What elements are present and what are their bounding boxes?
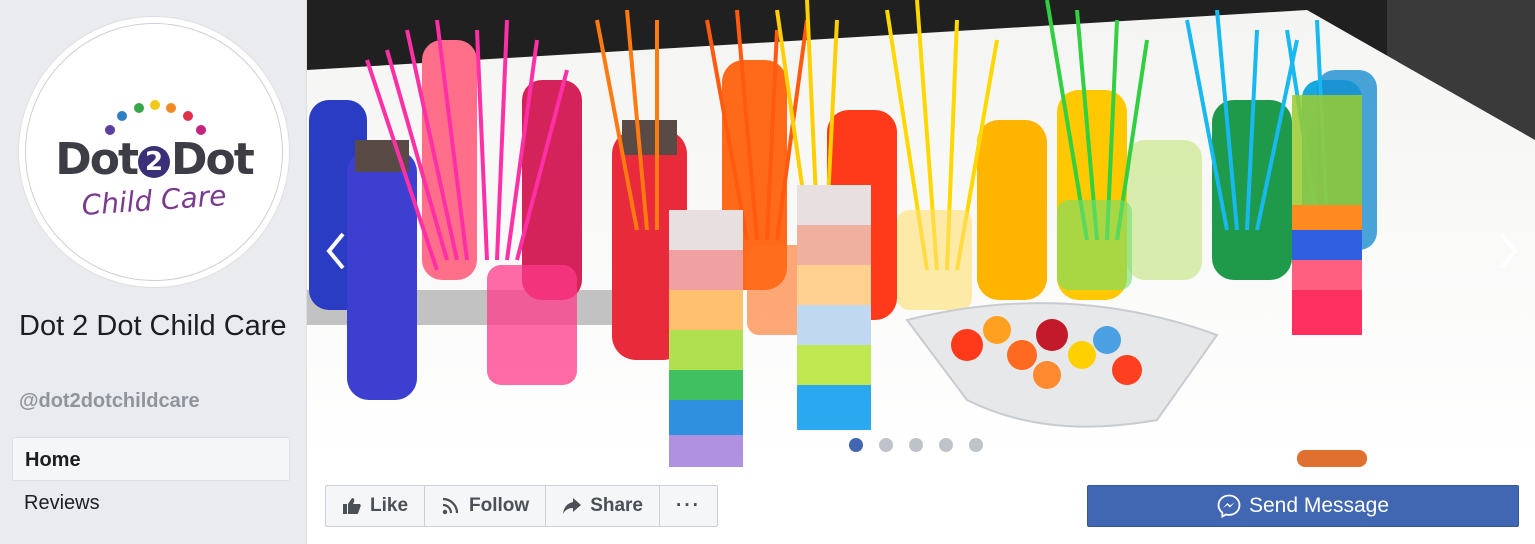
logo-dot [117, 111, 127, 121]
like-button[interactable]: Like [326, 486, 426, 526]
logo-dot [134, 103, 144, 113]
carousel-indicators [849, 438, 999, 457]
share-arrow-icon [563, 498, 582, 514]
carousel-dot[interactable] [849, 438, 863, 452]
logo: Dot 2 Dot Child Care [25, 23, 283, 281]
carousel-dot[interactable] [909, 438, 923, 452]
carousel-dot[interactable] [939, 438, 953, 452]
page-sidebar: Dot 2 Dot Child Care Dot 2 Dot Child Care … [0, 0, 307, 544]
page-nav: Home Reviews [12, 437, 290, 525]
chevron-left-icon [326, 232, 345, 270]
more-options-label: ··· [676, 495, 701, 516]
share-button[interactable]: Share [546, 486, 660, 526]
messenger-icon [1217, 494, 1241, 518]
page-handle[interactable]: @dot2dotchildcare [19, 390, 200, 413]
chevron-right-icon [1499, 232, 1518, 270]
thumbs-up-icon [343, 498, 361, 514]
page-action-bar: Like Follow Share ··· Send Message [307, 467, 1535, 544]
cover-photo-carousel[interactable] [307, 0, 1535, 467]
logo-dot [166, 103, 176, 113]
carousel-dot[interactable] [879, 438, 893, 452]
carousel-next-button[interactable] [1487, 228, 1527, 274]
share-label: Share [590, 495, 643, 516]
page-title[interactable]: Dot 2 Dot Child Care [19, 306, 289, 346]
cover-photo [307, 0, 1535, 467]
nav-item-home[interactable]: Home [12, 437, 290, 481]
follow-button[interactable]: Follow [425, 486, 547, 526]
more-options-button[interactable]: ··· [660, 486, 717, 526]
follow-label: Follow [469, 495, 530, 516]
send-message-label: Send Message [1248, 494, 1390, 517]
nav-item-reviews[interactable]: Reviews [12, 481, 290, 525]
carousel-prev-button[interactable] [319, 228, 359, 274]
logo-dot [183, 111, 193, 121]
logo-dot [150, 100, 160, 110]
carousel-dot[interactable] [969, 438, 983, 452]
rss-follow-icon [442, 497, 459, 515]
action-button-group: Like Follow Share ··· [325, 485, 718, 527]
profile-picture[interactable]: Dot 2 Dot Child Care [18, 16, 290, 288]
like-label: Like [370, 495, 409, 516]
send-message-button[interactable]: Send Message [1087, 485, 1519, 527]
